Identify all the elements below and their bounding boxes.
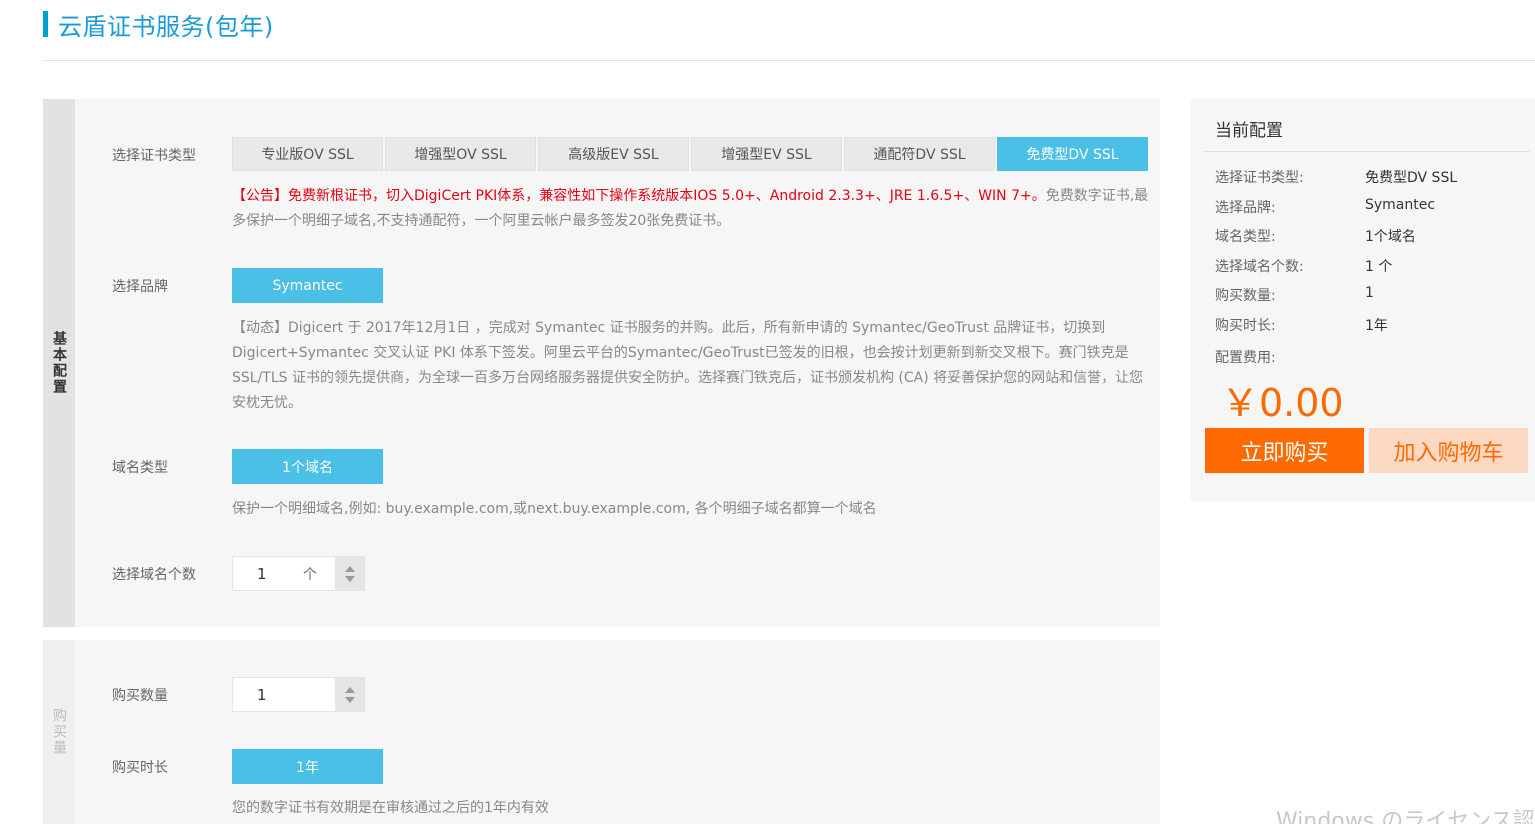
summary-divider [1204, 151, 1530, 152]
domain-count-value: 1 [257, 564, 267, 583]
tab-free-dv-ssl[interactable]: 免费型DV SSL [997, 137, 1148, 171]
duration-option-1year[interactable]: 1年 [232, 749, 383, 784]
windows-activation-watermark: Windows のライセンス認証 [1276, 809, 1535, 824]
title-divider [43, 60, 1535, 61]
domain-count-label: 选择域名个数 [112, 567, 196, 583]
buy-now-button[interactable]: 立即购买 [1205, 428, 1364, 473]
arrow-down-icon[interactable] [344, 575, 355, 582]
summary-key-brand: 选择品牌: [1215, 200, 1276, 216]
price-value: ￥0.00 [1221, 381, 1344, 425]
quantity-stepper[interactable]: 1 [232, 677, 365, 712]
basic-config-side: 基本配置 [43, 99, 75, 627]
domain-count-arrows[interactable] [335, 557, 364, 590]
domain-type-option[interactable]: 1个域名 [232, 449, 383, 484]
domain-count-unit: 个 [303, 566, 317, 583]
quantity-input[interactable]: 1 [233, 678, 335, 711]
quantity-value: 1 [257, 685, 267, 704]
purchase-panel: 购买量 购买数量 1 购买时长 1年 您的数字证书有效期是在审核通过之后的1年内… [43, 640, 1160, 824]
summary-value-brand: Symantec [1365, 197, 1436, 213]
title-accent-bar [43, 11, 48, 37]
arrow-down-icon[interactable] [344, 696, 355, 703]
summary-value-domain-count: 1 个 [1365, 259, 1393, 275]
summary-key-cert-type: 选择证书类型: [1215, 170, 1304, 186]
fee-label: 配置费用: [1215, 350, 1276, 366]
domain-count-stepper[interactable]: 1 个 [232, 556, 365, 591]
duration-label: 购买时长 [112, 760, 168, 776]
domain-type-notice: 保护一个明细域名,例如: buy.example.com,或next.buy.e… [232, 501, 877, 517]
tab-enhanced-ov-ssl[interactable]: 增强型OV SSL [385, 137, 536, 171]
purchase-side: 购买量 [43, 640, 75, 824]
tab-enhanced-ev-ssl[interactable]: 增强型EV SSL [691, 137, 842, 171]
cert-type-tabs: 专业版OV SSL 增强型OV SSL 高级版EV SSL 增强型EV SSL … [232, 137, 1150, 171]
summary-value-duration: 1年 [1365, 318, 1388, 334]
summary-value-domain-type: 1个域名 [1365, 229, 1416, 245]
brand-notice: 【动态】Digicert 于 2017年12月1日 ，完成对 Symantec … [232, 320, 1144, 411]
domain-count-input[interactable]: 1 个 [233, 557, 335, 590]
tab-advanced-ev-ssl[interactable]: 高级版EV SSL [538, 137, 689, 171]
quantity-label: 购买数量 [112, 688, 168, 704]
domain-type-label: 域名类型 [112, 460, 168, 476]
quantity-arrows[interactable] [335, 678, 364, 711]
summary-key-domain-count: 选择域名个数: [1215, 259, 1304, 275]
current-config-panel: 当前配置 选择证书类型: 免费型DV SSL 选择品牌: Symantec 域名… [1190, 99, 1535, 501]
summary-key-domain-type: 域名类型: [1215, 229, 1276, 245]
add-to-cart-button[interactable]: 加入购物车 [1369, 428, 1528, 473]
brand-option-symantec[interactable]: Symantec [232, 268, 383, 303]
arrow-up-icon[interactable] [344, 686, 355, 693]
basic-config-panel: 基本配置 选择证书类型 专业版OV SSL 增强型OV SSL 高级版EV SS… [43, 99, 1160, 627]
cert-type-label: 选择证书类型 [112, 148, 196, 164]
cert-type-notice: 【公告】免费新根证书，切入DigiCert PKI体系，兼容性如下操作系统版本I… [232, 184, 1152, 234]
summary-key-duration: 购买时长: [1215, 318, 1276, 334]
page-title: 云盾证书服务(包年) [58, 12, 274, 41]
basic-config-label: 基本配置 [51, 331, 67, 395]
arrow-up-icon[interactable] [344, 565, 355, 572]
summary-value-cert-type: 免费型DV SSL [1365, 170, 1458, 186]
brand-label: 选择品牌 [112, 279, 168, 295]
current-config-title: 当前配置 [1215, 121, 1283, 141]
tab-pro-ov-ssl[interactable]: 专业版OV SSL [232, 137, 383, 171]
tab-wildcard-dv-ssl[interactable]: 通配符DV SSL [844, 137, 995, 171]
cert-type-notice-red: 【公告】免费新根证书，切入DigiCert PKI体系，兼容性如下操作系统版本I… [232, 188, 1046, 204]
summary-key-quantity: 购买数量: [1215, 288, 1276, 304]
summary-value-quantity: 1 [1365, 285, 1374, 301]
page-header: 云盾证书服务(包年) [43, 10, 274, 41]
purchase-label: 购买量 [51, 708, 67, 756]
duration-notice: 您的数字证书有效期是在审核通过之后的1年内有效 [232, 800, 549, 816]
